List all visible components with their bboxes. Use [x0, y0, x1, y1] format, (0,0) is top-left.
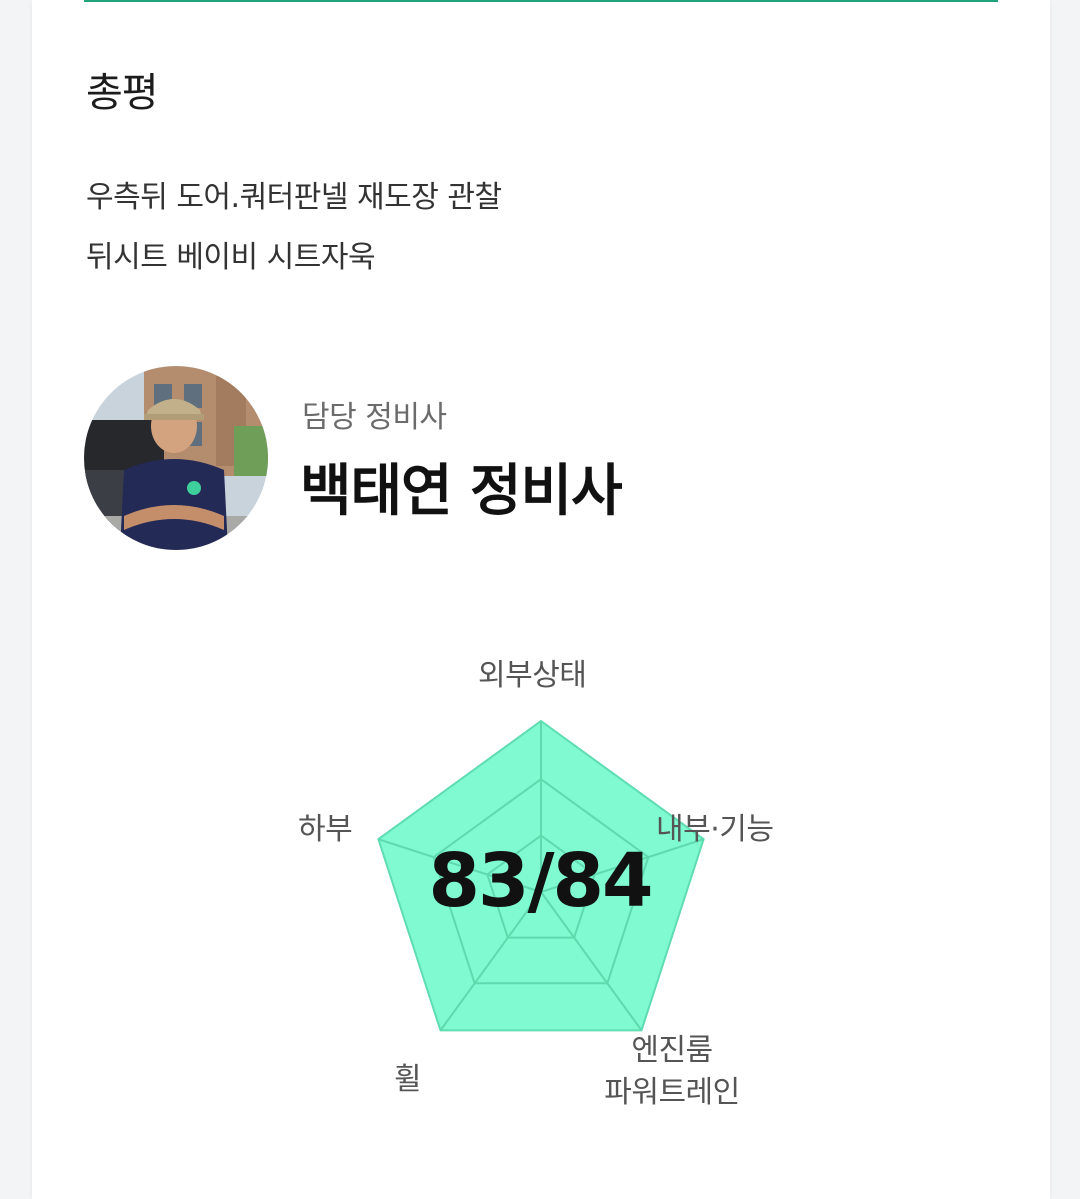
axis-label-wheel: 휠 [394, 1062, 422, 1097]
axis-label-engine: 엔진룸 파워트레인 [594, 1030, 750, 1114]
axis-label-engine-line: 파워트레인 [604, 1075, 740, 1110]
axis-label-exterior: 외부상태 [478, 658, 587, 693]
axis-label-engine-line: 엔진룸 [631, 1033, 713, 1068]
radar-chart [377, 719, 705, 1032]
axis-label-underbody: 하부 [298, 812, 353, 847]
overall-score: 83/84 [428, 838, 654, 924]
